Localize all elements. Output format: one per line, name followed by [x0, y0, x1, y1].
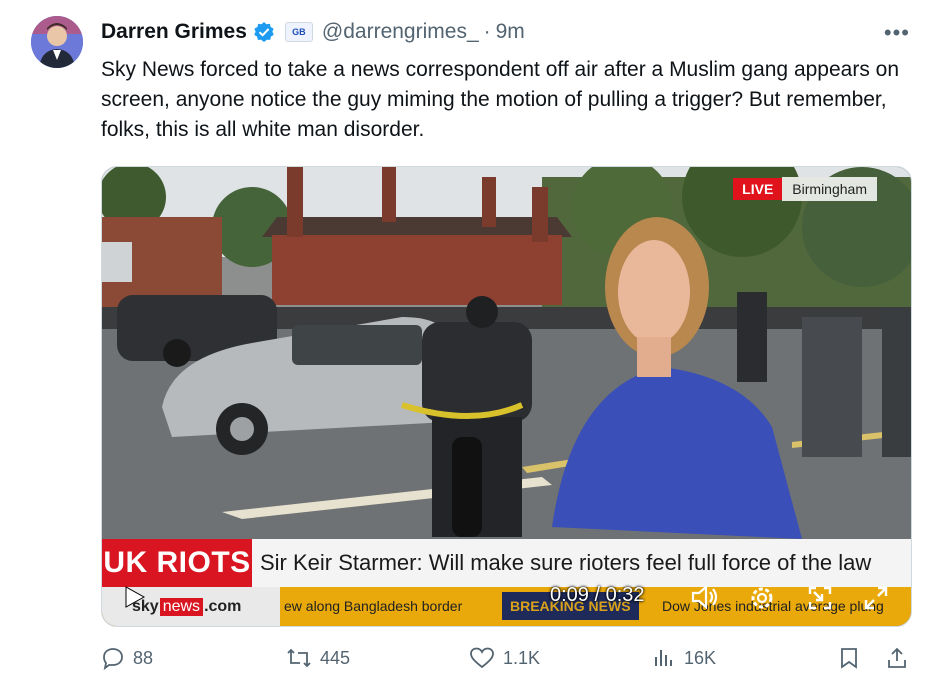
location-label: Birmingham: [782, 177, 877, 201]
like-button[interactable]: 1.1K: [469, 643, 540, 673]
pip-icon[interactable]: [806, 584, 834, 617]
post-actions: 88 445 1.1K 16K: [101, 643, 911, 673]
repost-icon: [287, 648, 311, 668]
more-options-icon[interactable]: •••: [884, 20, 910, 46]
share-button[interactable]: [885, 643, 909, 673]
post-header: Darren Grimes GB @darrengrimes_ · 9m: [101, 18, 525, 46]
reply-icon: [103, 648, 123, 670]
live-badge: LIVE: [733, 178, 783, 200]
views-button[interactable]: 16K: [652, 643, 716, 673]
heart-icon: [470, 647, 494, 669]
live-indicator: LIVE Birmingham: [733, 177, 877, 201]
share-icon: [888, 647, 906, 668]
author-handle[interactable]: @darrengrimes_: [322, 20, 479, 44]
fullscreen-icon[interactable]: [862, 584, 890, 617]
video-controls: 0:09 / 0:32: [102, 571, 911, 623]
post-timestamp[interactable]: 9m: [496, 20, 525, 44]
volume-icon[interactable]: [690, 584, 720, 615]
video-timecode: 0:09 / 0:32: [550, 584, 645, 606]
reply-button[interactable]: 88: [101, 643, 153, 673]
bookmark-icon: [841, 648, 857, 669]
author-name[interactable]: Darren Grimes: [101, 20, 247, 44]
bookmark-button[interactable]: [837, 643, 861, 673]
view-count: 16K: [684, 647, 717, 668]
analytics-icon: [655, 650, 672, 666]
verified-badge-icon[interactable]: [253, 21, 275, 43]
play-icon[interactable]: [124, 585, 146, 614]
affiliate-badge-icon[interactable]: GB: [284, 22, 313, 42]
repost-count: 445: [320, 647, 351, 668]
video-player[interactable]: LIVE Birmingham UK RIOTS Sir Keir Starme…: [101, 166, 912, 627]
like-count: 1.1K: [503, 647, 541, 668]
reply-count: 88: [133, 647, 154, 668]
repost-button[interactable]: 445: [286, 643, 350, 673]
post-text: Sky News forced to take a news correspon…: [101, 58, 900, 141]
separator-dot: ·: [483, 20, 491, 43]
avatar[interactable]: [31, 16, 83, 68]
settings-icon[interactable]: [748, 584, 776, 617]
